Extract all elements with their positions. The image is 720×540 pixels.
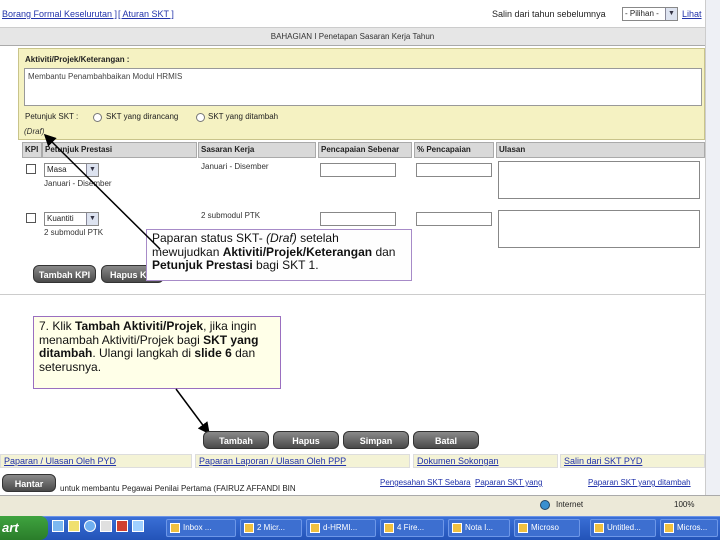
task-microsoft-2[interactable]: Microso	[514, 519, 580, 537]
task-microsoft-2-label: Microso	[531, 523, 560, 532]
task-microsoft-3-label: Micros...	[677, 523, 708, 532]
task-microsoft-3[interactable]: Micros...	[660, 519, 718, 537]
arrow-to-tambah	[175, 388, 210, 435]
task-microsoft-1-label: 2 Micr...	[257, 523, 286, 532]
task-untitled-label: Untitled...	[607, 523, 641, 532]
task-firefox-label: 4 Fire...	[397, 523, 425, 532]
quicklaunch-app2-icon[interactable]	[116, 520, 128, 532]
app-icon	[170, 523, 180, 533]
quicklaunch-app-icon[interactable]	[100, 520, 112, 532]
arrow-to-draf	[43, 133, 161, 250]
task-nota-label: Nota I...	[465, 523, 494, 532]
quicklaunch-app3-icon[interactable]	[132, 520, 144, 532]
task-inbox[interactable]: Inbox ...	[166, 519, 236, 537]
tambah-button[interactable]: Tambah	[203, 431, 269, 449]
task-firefox[interactable]: 4 Fire...	[380, 519, 444, 537]
task-microsoft-1[interactable]: 2 Micr...	[240, 519, 302, 537]
app-icon	[518, 523, 528, 533]
app-icon	[594, 523, 604, 533]
app-icon	[664, 523, 674, 533]
vertical-scrollbar[interactable]	[705, 0, 720, 495]
app-icon	[384, 523, 394, 533]
app-icon	[452, 523, 462, 533]
quicklaunch-ie-icon[interactable]	[68, 520, 80, 532]
simpan-button[interactable]: Simpan	[343, 431, 409, 449]
hantar-button[interactable]: Hantar	[2, 474, 56, 492]
link-paparan-skt-ditambah[interactable]: Paparan SKT yang ditambah	[588, 478, 698, 487]
task-hrmis[interactable]: d-HRMI...	[306, 519, 376, 537]
task-untitled[interactable]: Untitled...	[590, 519, 656, 537]
quicklaunch-desktop-icon[interactable]	[52, 520, 64, 532]
hantar-description: untuk membantu Pegawai Penilai Pertama (…	[60, 484, 296, 493]
hapus-button[interactable]: Hapus	[273, 431, 339, 449]
link-pengesahan-skt[interactable]: Pengesahan SKT Sebara	[380, 478, 472, 487]
link-paparan-skt[interactable]: Paparan SKT yang	[475, 478, 557, 487]
app-icon	[310, 523, 320, 533]
link-laporan-ppp[interactable]: Paparan Laporan / Ulasan Oleh PPP	[195, 454, 410, 468]
link-salin-skt[interactable]: Salin dari SKT PYD	[560, 454, 705, 468]
task-inbox-label: Inbox ...	[183, 523, 212, 532]
link-dokumen[interactable]: Dokumen Sokongan	[413, 454, 558, 468]
batal-button[interactable]: Batal	[413, 431, 479, 449]
start-button[interactable]: art	[0, 516, 48, 540]
globe-icon	[540, 500, 550, 510]
task-hrmis-label: d-HRMI...	[323, 523, 358, 532]
status-zoom[interactable]: 100%	[674, 500, 694, 509]
link-paparan-pyd[interactable]: Paparan / Ulasan Oleh PYD	[0, 454, 192, 468]
app-icon	[244, 523, 254, 533]
task-nota[interactable]: Nota I...	[448, 519, 510, 537]
status-zone: Internet	[556, 500, 584, 509]
status-bar: Internet 100%	[0, 495, 720, 516]
quicklaunch-browser-icon[interactable]	[84, 520, 96, 532]
